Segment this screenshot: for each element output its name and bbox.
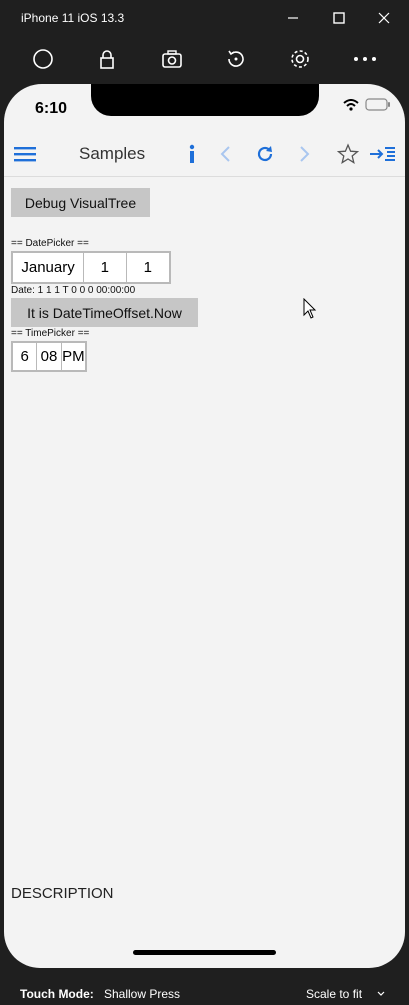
- chevron-right-icon: [300, 146, 310, 162]
- hamburger-menu-icon: [14, 147, 36, 162]
- settings-button[interactable]: [285, 44, 315, 74]
- date-picker[interactable]: January 1 1: [11, 251, 171, 284]
- home-icon: [33, 49, 53, 69]
- maximize-button[interactable]: [324, 6, 354, 30]
- time-picker[interactable]: 6 08 PM: [11, 341, 87, 372]
- arrow-to-list-icon: [370, 147, 395, 161]
- close-button[interactable]: [369, 6, 399, 30]
- lock-button[interactable]: [92, 44, 122, 74]
- info-icon: [189, 144, 195, 163]
- battery-icon: [365, 98, 390, 111]
- simulator-toolbar: [0, 36, 409, 82]
- scale-dropdown[interactable]: Scale to fit: [306, 987, 362, 1001]
- rotate-button[interactable]: [221, 44, 251, 74]
- window-titlebar: iPhone 11 iOS 13.3: [0, 0, 409, 36]
- status-time: 6:10: [35, 100, 68, 117]
- date-picker-year[interactable]: 1: [127, 253, 169, 282]
- debug-visualtree-button[interactable]: Debug VisualTree: [11, 188, 150, 217]
- minimize-icon: [288, 17, 298, 19]
- back-button[interactable]: [211, 140, 239, 168]
- star-icon: [337, 143, 359, 164]
- wifi-icon: [343, 98, 359, 111]
- status-icons: [343, 98, 391, 111]
- date-picker-month[interactable]: January: [13, 253, 85, 282]
- lock-icon: [100, 50, 114, 69]
- description-label: DESCRIPTION: [11, 885, 114, 902]
- time-picker-ampm[interactable]: PM: [62, 343, 85, 370]
- date-picker-day[interactable]: 1: [84, 253, 127, 282]
- refresh-icon: [257, 146, 273, 162]
- touch-mode-value[interactable]: Shallow Press: [104, 987, 180, 1001]
- phone-screen: 6:10 Samples Debug VisualTree == DatePic…: [4, 84, 405, 968]
- favorite-button[interactable]: [334, 140, 362, 168]
- refresh-button[interactable]: [251, 140, 279, 168]
- time-picker-hour[interactable]: 6: [13, 343, 38, 370]
- minimize-button[interactable]: [278, 6, 308, 30]
- nav-title: Samples: [79, 144, 146, 163]
- time-picker-minute[interactable]: 08: [37, 343, 62, 370]
- touch-mode-label: Touch Mode:: [20, 987, 94, 1001]
- app-navbar: Samples: [4, 132, 405, 177]
- mouse-pointer-icon: [303, 298, 317, 319]
- more-button[interactable]: [350, 44, 380, 74]
- more-icon: [354, 57, 376, 61]
- home-indicator[interactable]: [133, 950, 276, 955]
- forward-button[interactable]: [291, 140, 319, 168]
- chevron-down-icon[interactable]: [377, 991, 385, 997]
- screenshot-icon: [162, 50, 182, 68]
- toggle-panel-button[interactable]: [369, 140, 397, 168]
- window-title: iPhone 11 iOS 13.3: [21, 11, 125, 25]
- timepicker-header: == TimePicker ==: [11, 328, 90, 339]
- maximize-icon: [333, 12, 345, 24]
- rotate-icon: [228, 50, 244, 67]
- home-button[interactable]: [28, 44, 58, 74]
- info-button[interactable]: [178, 140, 206, 168]
- chevron-left-icon: [220, 146, 230, 162]
- menu-button[interactable]: [11, 140, 39, 168]
- notch: [91, 84, 319, 116]
- settings-icon: [291, 50, 309, 68]
- screenshot-button[interactable]: [157, 44, 187, 74]
- datepicker-header: == DatePicker ==: [11, 238, 89, 249]
- date-value-text: Date: 1 1 1 T 0 0 0 00:00:00: [11, 285, 136, 296]
- close-icon: [378, 12, 390, 24]
- simulator-bottom-bar: Touch Mode: Shallow Press Scale to fit: [0, 976, 409, 1005]
- datetimeoffset-now-button[interactable]: It is DateTimeOffset.Now: [11, 298, 198, 327]
